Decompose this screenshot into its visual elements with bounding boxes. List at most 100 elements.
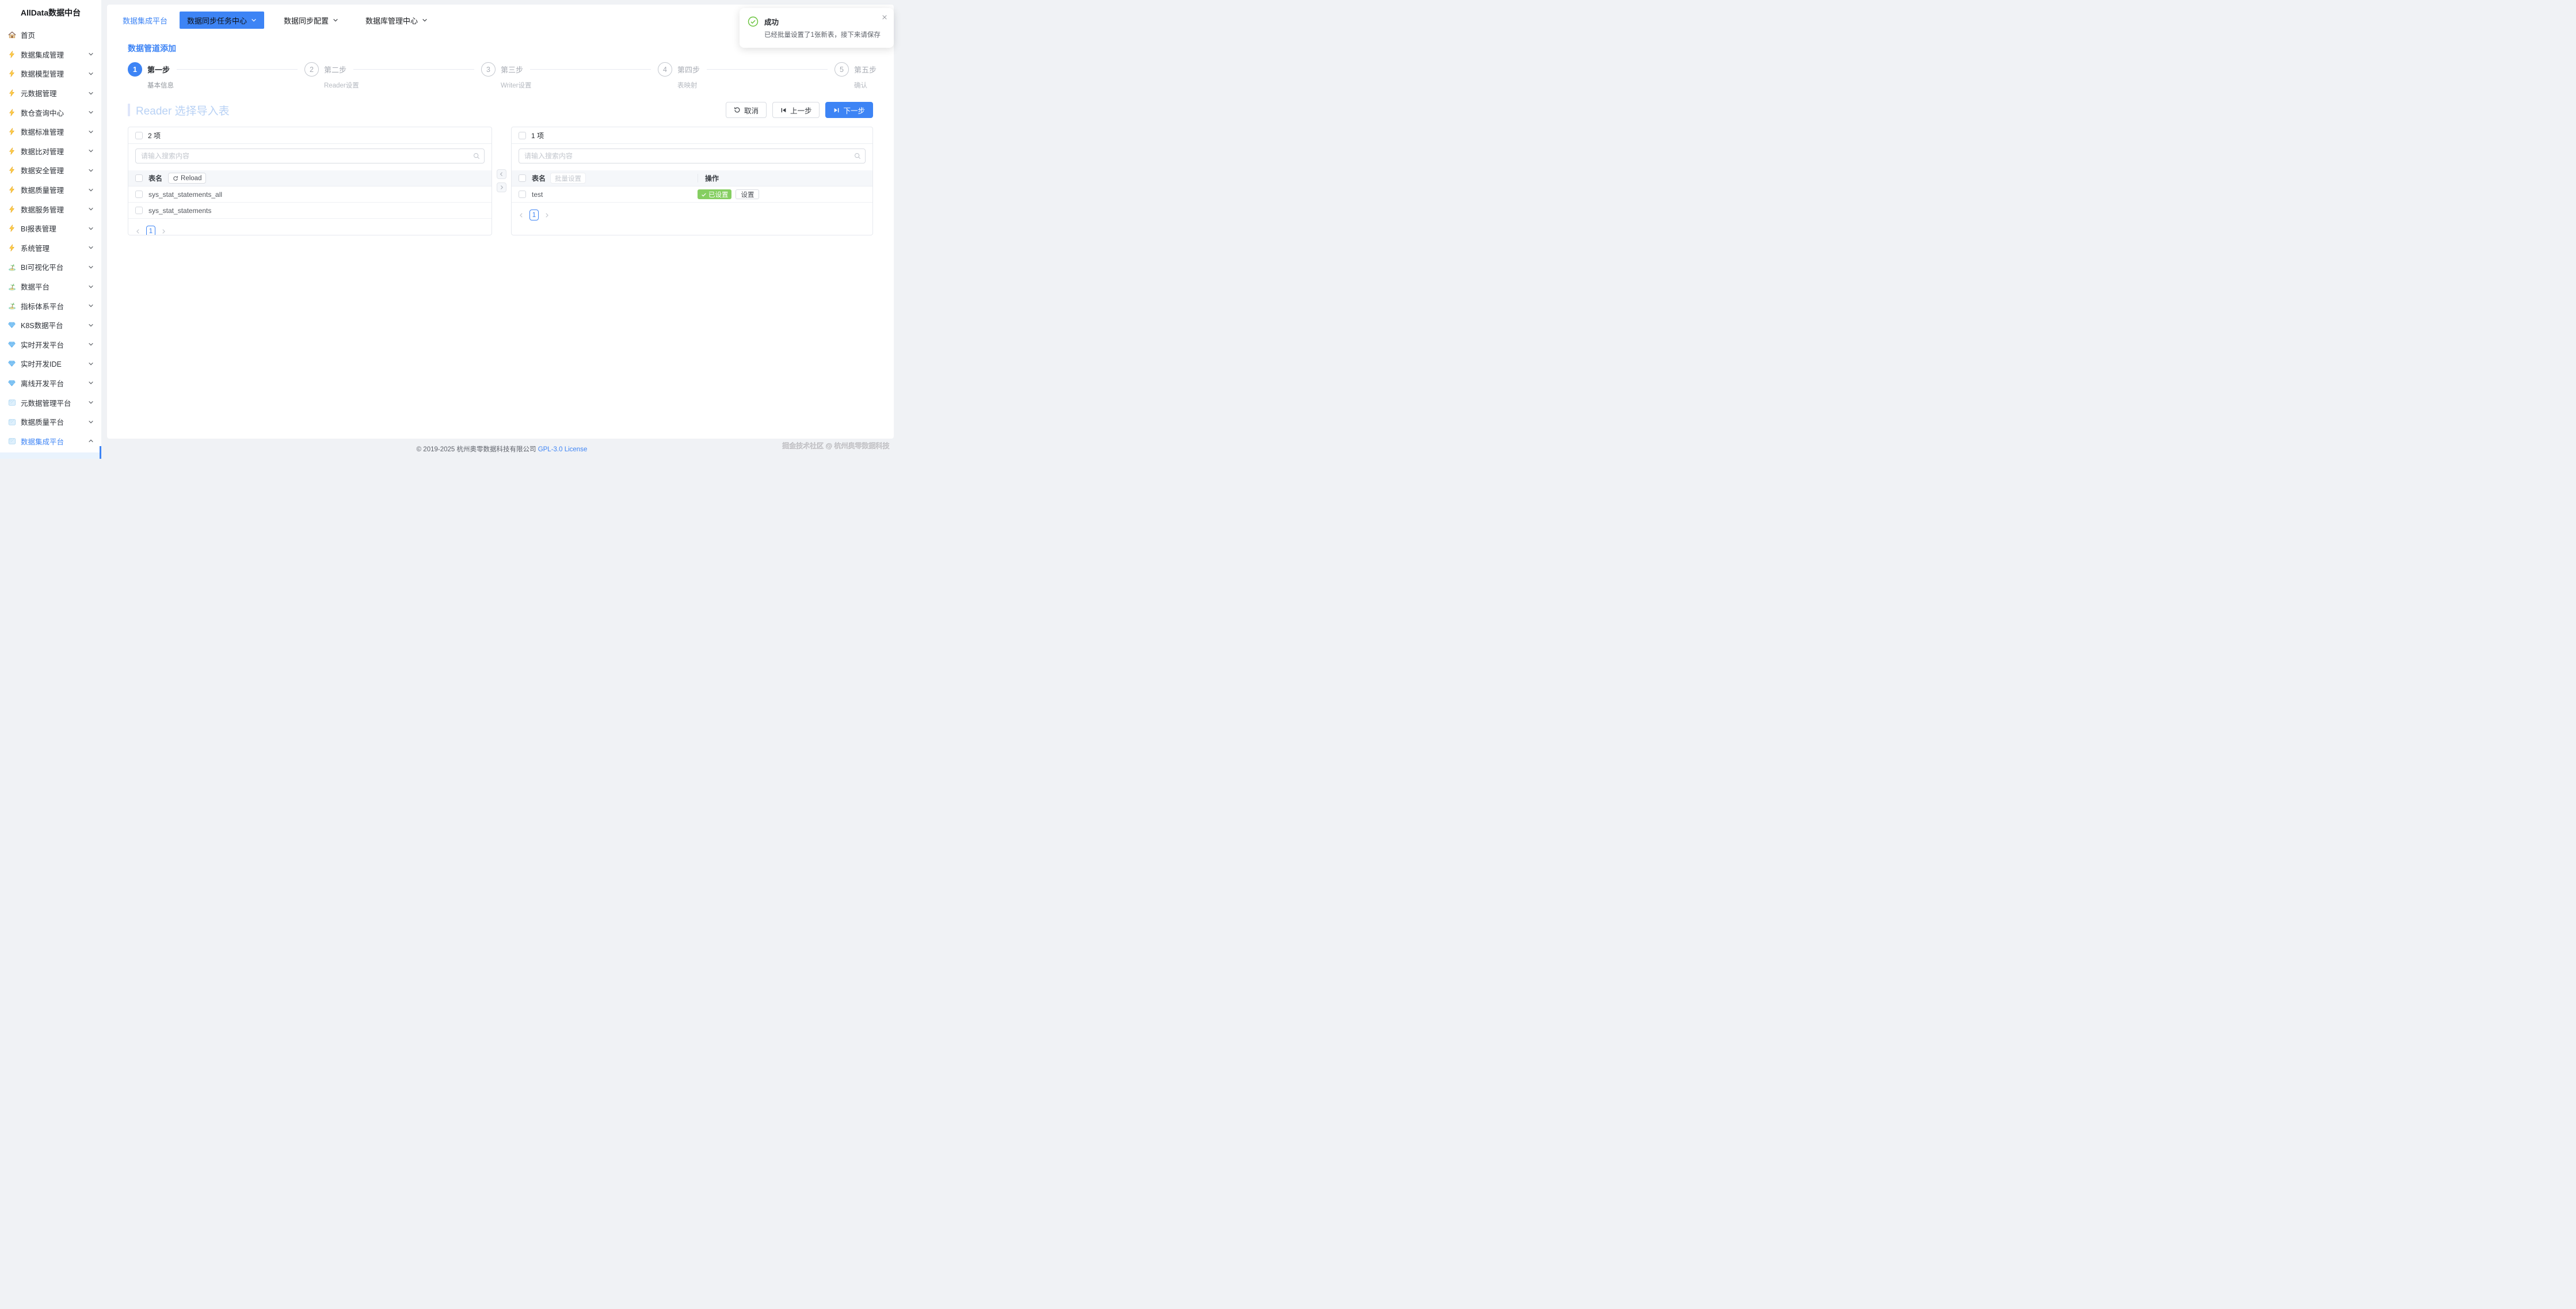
home-icon (7, 31, 16, 39)
prev-page-icon[interactable] (135, 229, 141, 234)
license-link[interactable]: GPL-3.0 License (538, 446, 588, 453)
success-check-icon (748, 16, 759, 40)
sidebar-item[interactable]: 数仓查询中心 (0, 102, 101, 122)
next-step-button[interactable]: 下一步 (825, 102, 873, 118)
nav-tab[interactable]: 数据库管理中心 (358, 12, 435, 29)
header-checkbox[interactable] (135, 174, 143, 182)
chevron-down-icon (333, 17, 338, 23)
batch-set-button[interactable]: 批量设置 (550, 173, 586, 184)
source-search-input[interactable] (135, 149, 485, 163)
page-number[interactable]: 1 (146, 226, 155, 235)
sidebar-item[interactable]: BI可视化平台 (0, 257, 101, 277)
sidebar-item[interactable]: 数据质量平台 (0, 412, 101, 432)
wizard-step: 2 第二步 Reader设置 (304, 62, 481, 90)
row-checkbox[interactable] (135, 191, 143, 198)
sidebar-item-label: 实时开发平台 (21, 339, 85, 350)
sidebar-item-label: 数据质量管理 (21, 184, 85, 195)
move-right-button[interactable] (497, 182, 506, 192)
source-panel-header: 2 项 (128, 127, 491, 144)
reload-button[interactable]: Reload (168, 173, 206, 184)
sidebar-item[interactable]: 数据平台 (0, 277, 101, 296)
sidebar-item[interactable]: 数据安全管理 (0, 161, 101, 180)
wizard-step: 5 第五步 确认 (834, 62, 877, 90)
sidebar-item[interactable]: 元数据管理平台 (0, 393, 101, 412)
step-number: 3 (481, 62, 496, 77)
row-set-button[interactable]: 设置 (736, 189, 759, 199)
action-column: 操作 (698, 174, 719, 182)
step-title: 第二步 (324, 64, 346, 75)
chevron-down-icon (88, 399, 94, 405)
chevron-down-icon (88, 380, 94, 386)
sidebar-menu: 首页 数据集成管理 数据模型管理 元数据管理 数仓查询中心 数据标准管 (0, 25, 101, 451)
step-number: 1 (128, 62, 142, 77)
sidebar-item[interactable]: 数据比对管理 (0, 142, 101, 161)
select-all-checkbox[interactable] (519, 132, 526, 139)
sidebar-item[interactable]: 数据服务管理 (0, 199, 101, 219)
sidebar-item[interactable]: BI报表管理 (0, 219, 101, 238)
sidebar-item-label: 数据集成平台 (21, 436, 85, 447)
sidebar-item-label: BI报表管理 (21, 223, 85, 234)
table-row: sys_stat_statements (128, 203, 491, 219)
sidebar-item-label: 数据质量平台 (21, 416, 85, 427)
prev-page-icon[interactable] (519, 212, 524, 218)
sidebar-item-label: 数据服务管理 (21, 204, 85, 215)
table-row: sys_stat_statements_all (128, 187, 491, 203)
row-checkbox[interactable] (135, 207, 143, 214)
island-icon (7, 302, 16, 310)
source-table-panel: 2 项 表名 Reload sys_stat_statements_all (128, 127, 492, 235)
sidebar-active-submenu-partial[interactable] (0, 452, 100, 459)
sidebar-item[interactable]: 数据标准管理 (0, 122, 101, 142)
chevron-down-icon (88, 109, 94, 115)
select-all-checkbox[interactable] (135, 132, 143, 139)
page-number[interactable]: 1 (529, 210, 539, 220)
move-left-button[interactable] (497, 169, 506, 179)
table-row: test 已设置 设置 (512, 187, 872, 203)
prev-step-button[interactable]: 上一步 (772, 102, 820, 118)
source-count-label: 2 项 (148, 131, 161, 140)
wizard-step: 4 第四步 表映射 (658, 62, 834, 90)
app-title: AllData数据中台 (0, 0, 101, 25)
sidebar-item-label: 数据模型管理 (21, 68, 85, 79)
chevron-down-icon (88, 284, 94, 290)
table-name-cell: sys_stat_statements_all (148, 191, 222, 199)
sidebar-item[interactable]: 首页 (0, 25, 101, 45)
header-checkbox[interactable] (519, 174, 526, 182)
sidebar-scrollbar-thumb[interactable] (100, 446, 102, 459)
chevron-down-icon (88, 129, 94, 135)
nav-tab[interactable]: 数据同步配置 (276, 12, 346, 29)
step-connector (177, 69, 298, 70)
sidebar-item[interactable]: 指标体系平台 (0, 296, 101, 315)
target-pagination: 1 (519, 210, 872, 220)
chevron-up-icon (88, 438, 94, 444)
nav-home-link[interactable]: 数据集成平台 (123, 15, 167, 26)
section-accent-bar (128, 104, 130, 116)
sidebar-item[interactable]: 数据集成管理 (0, 45, 101, 64)
nav-tab-label: 数据同步配置 (284, 15, 329, 26)
bolt-icon (7, 50, 16, 59)
target-table-header: 表名 批量设置 操作 (512, 170, 872, 187)
row-checkbox[interactable] (519, 191, 526, 198)
target-search-input[interactable] (519, 149, 866, 163)
sidebar-item[interactable]: 系统管理 (0, 238, 101, 258)
cancel-button[interactable]: 取消 (726, 102, 767, 118)
sidebar-item[interactable]: 数据质量管理 (0, 180, 101, 200)
sidebar-item[interactable]: 实时开发平台 (0, 335, 101, 355)
chevron-down-icon (88, 419, 94, 425)
sidebar-item[interactable]: 离线开发平台 (0, 374, 101, 393)
sidebar-item-label: 系统管理 (21, 242, 85, 253)
next-page-icon[interactable] (161, 229, 166, 234)
ice-icon (7, 417, 16, 426)
island-icon (7, 262, 16, 271)
next-page-icon[interactable] (544, 212, 550, 218)
sidebar-item[interactable]: 数据集成平台 (0, 431, 101, 451)
sidebar-item[interactable]: 元数据管理 (0, 83, 101, 103)
sidebar: AllData数据中台 首页 数据集成管理 数据模型管理 元数据管理 数仓查询中… (0, 0, 101, 459)
sidebar-item[interactable]: 数据模型管理 (0, 64, 101, 83)
chevron-down-icon (88, 71, 94, 77)
diamond-icon (7, 340, 16, 349)
nav-tab[interactable]: 数据同步任务中心 (180, 12, 264, 29)
chevron-down-icon (88, 226, 94, 231)
close-icon[interactable] (882, 14, 887, 20)
sidebar-item[interactable]: K8S数据平台 (0, 315, 101, 335)
sidebar-item[interactable]: 实时开发IDE (0, 354, 101, 374)
